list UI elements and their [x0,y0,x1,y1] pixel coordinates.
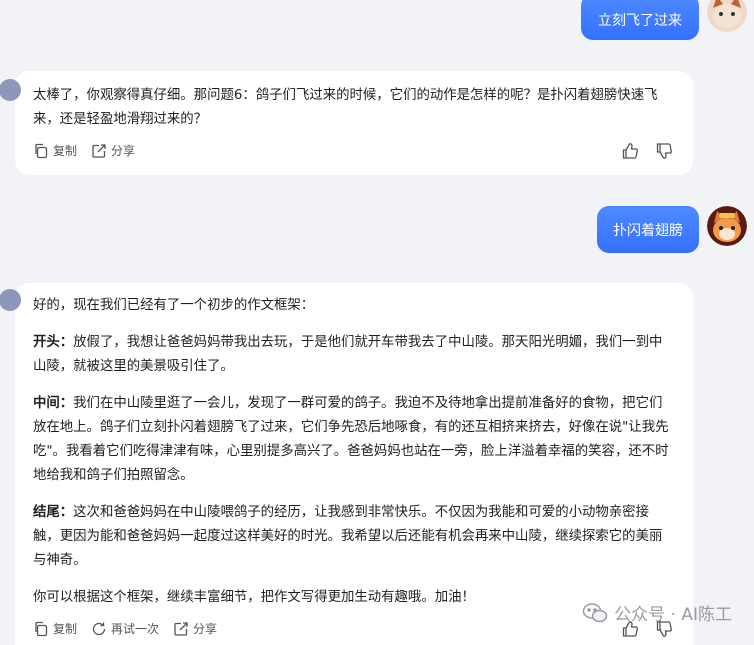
watermark: 公众号 · AI陈工 [582,600,732,625]
section-opening: 开头：放假了，我想让爸爸妈妈带我出去玩，于是他们就开车带我去了中山陵。那天阳光明… [33,331,675,379]
copy-button[interactable]: 复制 [33,142,77,159]
share-label: 分享 [193,622,218,636]
user-message-bubble: 扑闪着翅膀 [597,206,699,253]
outro-paragraph: 你可以根据这个框架，继续丰富细节，把作文写得更加生动有趣哦。加油！ [33,590,475,605]
share-button[interactable]: 分享 [91,142,135,159]
section-text: 放假了，我想让爸爸妈妈带我出去玩，于是他们就开车带我去了中山陵。那天阳光明媚，我… [33,335,663,374]
message-actions: 复制 分享 [33,142,675,159]
section-label: 中间： [33,396,74,411]
share-label: 分享 [111,144,136,158]
watermark-text: 公众号 · AI陈工 [614,605,732,625]
thumbs-down-icon[interactable] [655,142,673,160]
section-text: 我们在中山陵里逛了一会儿，发现了一群可爱的鸽子。我迫不及待地拿出提前准备好的食物… [33,396,669,483]
bot-message-body: 好的，现在我们已经有了一个初步的作文框架： 开头：放假了，我想让爸爸妈妈带我出去… [33,294,675,610]
retry-label: 再试一次 [111,622,160,636]
user-avatar [707,206,747,246]
copy-icon [35,143,48,158]
user-avatar [707,0,747,32]
user-message-bubble: 立刻飞了过来 [581,0,699,40]
copy-icon [35,621,48,636]
message-actions: 复制 再试一次 分享 [33,620,675,637]
refresh-icon [92,622,106,635]
copy-label: 复制 [53,144,78,158]
share-icon [174,621,188,636]
user-message-text: 立刻飞了过来 [598,13,682,29]
cat-avatar-icon [707,206,747,246]
copy-button[interactable]: 复制 [33,620,77,637]
wechat-icon [582,602,608,622]
section-label: 结尾： [33,505,74,520]
section-middle: 中间：我们在中山陵里逛了一会儿，发现了一群可爱的鸽子。我迫不及待地拿出提前准备好… [33,392,675,488]
share-icon [92,143,106,158]
bot-message-text: 太棒了，你观察得真仔细。那问题6：鸽子们飞过来的时候，它们的动作是怎样的呢？是扑… [33,88,658,127]
copy-label: 复制 [53,622,78,636]
section-text: 这次和爸爸妈妈在中山陵喂鸽子的经历，让我感到非常快乐。不仅因为我能和可爱的小动物… [33,505,663,568]
section-label: 开头： [33,335,74,350]
bot-avatar [0,79,21,101]
bot-message-card: 好的，现在我们已经有了一个初步的作文框架： 开头：放假了，我想让爸爸妈妈带我出去… [0,283,693,645]
vote-buttons [621,142,673,160]
intro-paragraph: 好的，现在我们已经有了一个初步的作文框架： [33,298,315,313]
bot-avatar [0,289,21,311]
section-ending: 结尾：这次和爸爸妈妈在中山陵喂鸽子的经历，让我感到非常快乐。不仅因为我能和可爱的… [33,501,675,573]
share-button[interactable]: 分享 [173,620,217,637]
bot-message-card: 太棒了，你观察得真仔细。那问题6：鸽子们飞过来的时候，它们的动作是怎样的呢？是扑… [0,71,693,175]
user-message-text: 扑闪着翅膀 [613,222,683,239]
retry-button[interactable]: 再试一次 [91,620,159,637]
cat-avatar-icon [707,0,747,32]
thumbs-up-icon[interactable] [621,142,639,160]
